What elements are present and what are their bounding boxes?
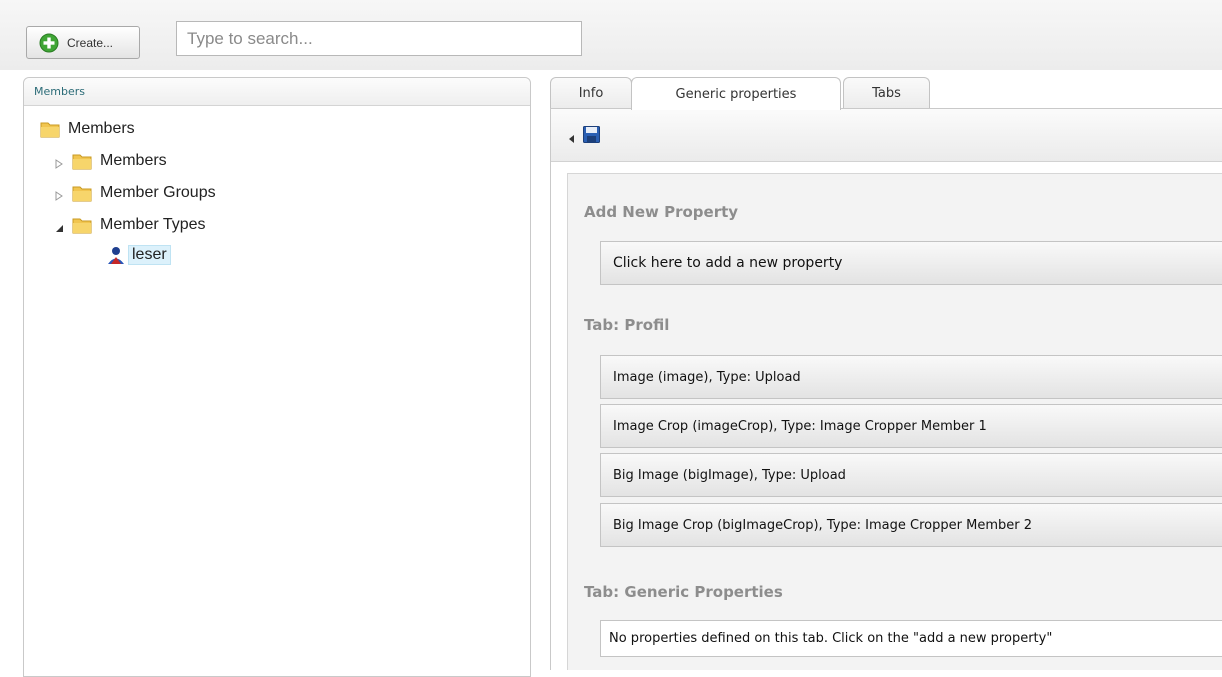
triangle-right-icon[interactable] [54,188,64,201]
folder-icon [40,119,60,139]
property-row[interactable]: Big Image (bigImage), Type: Upload [600,453,1222,497]
user-icon [106,245,126,265]
tree-item-label: Members [100,152,167,169]
tree-item-members[interactable]: Members [54,151,167,171]
arrow-left-icon[interactable] [569,130,575,143]
tab-label: Generic properties [675,86,797,102]
folder-icon [72,183,92,203]
no-properties-message: No properties defined on this tab. Click… [600,620,1222,657]
add-property-button[interactable]: Click here to add a new property [600,241,1222,285]
tab-label: Tabs [872,85,901,101]
tree-panel-header: Members [24,78,530,106]
content-toolbar [551,109,1222,162]
folder-icon [72,215,92,235]
tab-label: Info [578,85,604,101]
tree-item-label: Member Groups [100,184,216,201]
tree-item-leser[interactable]: leser [106,245,171,265]
property-row[interactable]: Image Crop (imageCrop), Type: Image Crop… [600,404,1222,448]
tab-generic-properties-heading: Tab: Generic Properties [584,583,783,601]
tab-profil-heading: Tab: Profil [584,316,670,334]
triangle-down-icon[interactable] [54,220,64,232]
tab-info[interactable]: Info [550,77,632,108]
create-button[interactable]: Create... [26,26,140,59]
create-button-label: Create... [67,35,114,50]
folder-icon [72,151,92,171]
add-new-property-heading: Add New Property [584,203,739,221]
triangle-right-icon[interactable] [54,156,64,169]
plus-circle-icon [39,33,59,53]
tab-tabs[interactable]: Tabs [843,77,930,108]
tree-root-members[interactable]: Members [40,119,135,139]
tree-item-member-types[interactable]: Member Types [54,215,206,235]
property-row[interactable]: Big Image Crop (bigImageCrop), Type: Ima… [600,503,1222,547]
tree-root-label: Members [68,120,135,137]
tree-item-label: Member Types [100,216,206,233]
floppy-disk-icon[interactable] [583,126,600,143]
tab-generic-properties[interactable]: Generic properties [631,77,841,110]
tree-item-member-groups[interactable]: Member Groups [54,183,216,203]
top-toolbar: Create... [0,0,1222,70]
search-input[interactable] [176,21,582,56]
selected-member-type-label: leser [128,245,171,265]
property-row[interactable]: Image (image), Type: Upload [600,355,1222,399]
